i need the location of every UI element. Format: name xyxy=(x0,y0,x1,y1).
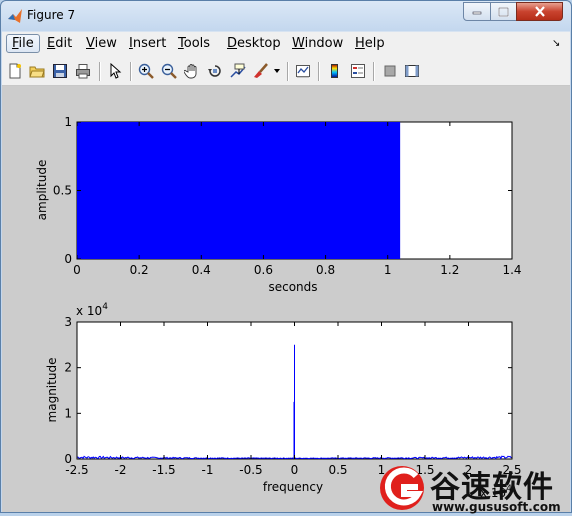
minimize-button[interactable] xyxy=(463,2,491,21)
title-bar[interactable]: Figure 7 xyxy=(1,1,571,31)
y-axis-label: magnitude xyxy=(45,358,59,423)
close-icon xyxy=(534,6,545,17)
toolbar-separator xyxy=(99,62,101,81)
x-tick-label: -2 xyxy=(115,463,127,477)
legend-icon[interactable] xyxy=(349,62,367,80)
figure-window: Figure 7 File Edit View Insert Tools Des… xyxy=(0,0,572,513)
amplitude-axes[interactable]: 0 0.2 0.4 0.6 0.8 1 1.2 1.4 0 0.5 1 seconds ampli… xyxy=(35,115,522,294)
link-plot-icon[interactable] xyxy=(294,62,312,80)
menu-edit[interactable]: Edit xyxy=(47,36,72,51)
zoom-out-icon[interactable] xyxy=(160,62,178,80)
pan-hand-icon[interactable] xyxy=(183,62,201,80)
y-tick-label: 0 xyxy=(64,452,72,466)
window-title: Figure 7 xyxy=(27,8,76,22)
print-icon[interactable] xyxy=(74,62,92,80)
x-tick-label: 0 xyxy=(73,263,81,277)
hide-plot-tools-icon[interactable] xyxy=(381,62,399,80)
y-tick-label: 1 xyxy=(64,406,72,420)
save-icon[interactable] xyxy=(51,62,69,80)
x-tick-label: 1.2 xyxy=(440,263,459,277)
rotate-3d-icon[interactable] xyxy=(206,62,224,80)
figure-toolbar xyxy=(2,58,570,86)
brush-dropdown-icon[interactable] xyxy=(272,62,282,80)
x-tick-label: 0.5 xyxy=(328,463,347,477)
x-tick-label: 1.4 xyxy=(502,263,521,277)
y-tick-label: 0.5 xyxy=(53,184,72,198)
plots-svg: 0 0.2 0.4 0.6 0.8 1 1.2 1.4 0 0.5 1 seconds ampli… xyxy=(35,115,522,500)
menu-file[interactable]: File xyxy=(6,34,40,53)
x-axis-label: frequency xyxy=(263,480,323,494)
y-tick-label: 2 xyxy=(64,361,72,375)
maximize-button[interactable] xyxy=(490,2,517,21)
watermark: 谷速软件 www.gususoft.com xyxy=(376,462,572,514)
y-tick-label: 0 xyxy=(64,252,72,266)
minimize-icon xyxy=(472,11,482,14)
data-cursor-icon[interactable] xyxy=(229,62,247,80)
toolbar-separator xyxy=(287,62,289,81)
edit-plot-arrow-icon[interactable] xyxy=(106,62,124,80)
show-plot-tools-icon[interactable] xyxy=(403,62,421,80)
toolbar-separator xyxy=(373,62,375,81)
new-figure-icon[interactable] xyxy=(6,62,24,80)
menu-view[interactable]: View xyxy=(86,36,117,51)
x-axis-label: seconds xyxy=(268,280,317,294)
toolbar-separator xyxy=(318,62,320,81)
x-tick-label: 0 xyxy=(291,463,299,477)
menu-help[interactable]: Help xyxy=(355,36,385,51)
x-tick-label: 0.4 xyxy=(192,263,211,277)
menu-tools[interactable]: Tools xyxy=(178,36,210,51)
y-axis-label: amplitude xyxy=(35,160,49,221)
x-tick-label: 1 xyxy=(384,263,392,277)
y-tick-label: 1 xyxy=(64,115,72,129)
watermark-url: www.gususoft.com xyxy=(432,500,561,514)
close-button[interactable] xyxy=(516,2,563,21)
x-tick-label: 0.8 xyxy=(316,263,335,277)
x-tick-label: -1 xyxy=(202,463,214,477)
open-file-icon[interactable] xyxy=(28,62,46,80)
brush-icon[interactable] xyxy=(252,62,270,80)
menu-insert[interactable]: Insert xyxy=(129,36,166,51)
x-tick-label: 0.2 xyxy=(130,263,149,277)
y-exponent-label: x 104 xyxy=(76,302,108,318)
menu-window[interactable]: Window xyxy=(292,36,343,51)
x-tick-label: 0.6 xyxy=(254,263,273,277)
matlab-logo-icon xyxy=(8,9,22,23)
maximize-icon xyxy=(498,6,509,17)
x-tick-label: -1.5 xyxy=(152,463,175,477)
menu-desktop[interactable]: Desktop xyxy=(227,36,281,51)
zoom-in-icon[interactable] xyxy=(137,62,155,80)
dock-arrow-icon[interactable]: ↘ xyxy=(552,38,560,49)
colorbar-icon[interactable] xyxy=(326,62,344,80)
figure-canvas: 0 0.2 0.4 0.6 0.8 1 1.2 1.4 0 0.5 1 seconds ampli… xyxy=(2,86,570,512)
toolbar-separator xyxy=(130,62,132,81)
x-tick-label: -0.5 xyxy=(239,463,262,477)
menu-bar: File Edit View Insert Tools Desktop Wind… xyxy=(2,31,570,58)
y-tick-label: 3 xyxy=(64,315,72,329)
signal-area xyxy=(77,122,401,259)
